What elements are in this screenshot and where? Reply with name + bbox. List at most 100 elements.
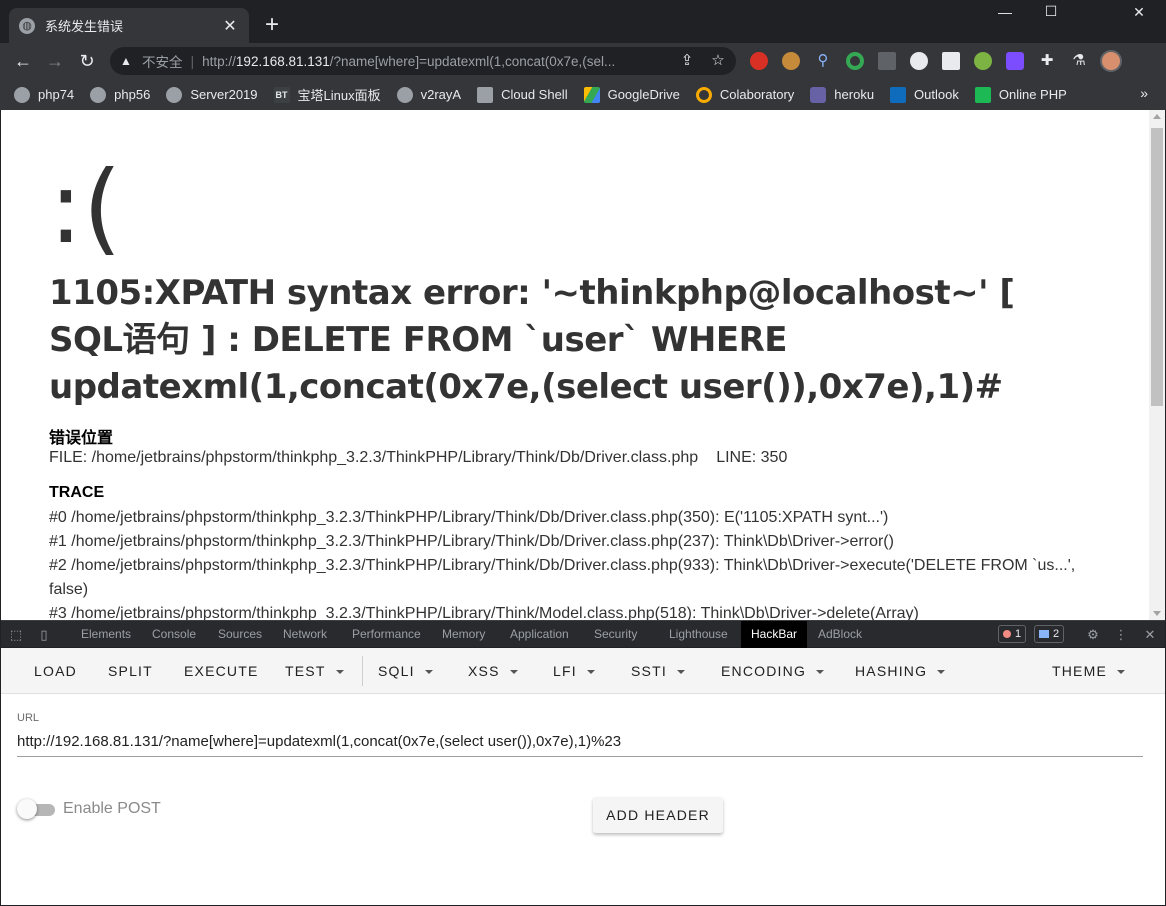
- bookmark-heroku[interactable]: heroku: [810, 86, 875, 103]
- trace-line: #0 /home/jetbrains/phpstorm/thinkphp_3.2…: [49, 509, 889, 526]
- share-icon[interactable]: ⇪: [677, 51, 697, 69]
- caret-down-icon: [1117, 670, 1125, 675]
- page-scrollbar[interactable]: [1149, 110, 1165, 620]
- tab-hackbar[interactable]: HackBar: [741, 621, 808, 648]
- hashing-menu[interactable]: HASHING: [855, 663, 946, 679]
- tab-title: 系统发生错误: [45, 19, 124, 34]
- back-arrow-icon[interactable]: ←: [10, 48, 36, 74]
- scroll-down-arrow-icon[interactable]: [1153, 611, 1161, 616]
- bookmark-bt-panel[interactable]: BT 宝塔Linux面板: [273, 85, 381, 104]
- message-count: 2: [1053, 628, 1060, 640]
- restore-button[interactable]: ☐: [1028, 3, 1074, 20]
- bookmark-cloud-shell[interactable]: Cloud Shell: [477, 86, 568, 103]
- security-label[interactable]: 不安全: [142, 51, 183, 71]
- enable-post-label[interactable]: Enable POST: [63, 800, 161, 818]
- enable-post-toggle[interactable]: [17, 798, 57, 820]
- profile-avatar[interactable]: [1100, 50, 1122, 72]
- trace-line: #2 /home/jetbrains/phpstorm/thinkphp_3.2…: [49, 557, 1076, 598]
- picture-extension-icon[interactable]: [878, 52, 896, 70]
- warning-icon[interactable]: ▲: [120, 54, 134, 68]
- test-menu[interactable]: TEST: [285, 663, 344, 679]
- tab-performance[interactable]: Performance: [352, 627, 421, 641]
- message-count-badge[interactable]: 2: [1034, 625, 1065, 643]
- globe-icon: [90, 86, 107, 103]
- url-label: URL: [17, 712, 40, 724]
- bookmark-label: GoogleDrive: [607, 87, 680, 102]
- gear-icon[interactable]: ⚙: [1085, 627, 1101, 643]
- tab-security[interactable]: Security: [594, 627, 637, 641]
- tab-adblock[interactable]: AdBlock: [818, 627, 862, 641]
- drive-icon: [583, 86, 600, 103]
- close-icon[interactable]: ✕: [1142, 627, 1158, 643]
- error-line: LINE: 350: [716, 449, 788, 466]
- browser-toolbar: ← → ↻ ▲ 不安全 | http://192.168.81.131/?nam…: [0, 43, 1166, 116]
- flask-labs-icon[interactable]: ⚗: [1070, 52, 1088, 70]
- forward-arrow-icon[interactable]: →: [42, 48, 68, 74]
- xss-menu[interactable]: XSS: [468, 663, 518, 679]
- reload-icon[interactable]: ↻: [74, 48, 100, 74]
- bookmark-php74[interactable]: php74: [14, 86, 74, 103]
- execute-button[interactable]: EXECUTE: [184, 663, 259, 679]
- wechat-extension-icon[interactable]: [910, 52, 928, 70]
- scrollbar-thumb[interactable]: [1151, 128, 1163, 406]
- split-button[interactable]: SPLIT: [108, 663, 153, 679]
- adblock-extension-icon[interactable]: [750, 52, 768, 70]
- add-header-button[interactable]: ADD HEADER: [593, 797, 723, 833]
- bookmark-colaboratory[interactable]: Colaboratory: [695, 86, 794, 103]
- ssti-menu[interactable]: SSTI: [631, 663, 685, 679]
- bookmark-outlook[interactable]: Outlook: [890, 86, 959, 103]
- theme-menu[interactable]: THEME: [1052, 663, 1125, 679]
- green-ring-extension-icon[interactable]: [846, 52, 864, 70]
- tab-memory[interactable]: Memory: [442, 627, 485, 641]
- location-pin-icon[interactable]: ⚲: [814, 52, 832, 70]
- caret-down-icon: [509, 670, 518, 675]
- address-bar[interactable]: ▲ 不安全 | http://192.168.81.131/?name[wher…: [110, 47, 736, 75]
- bookmark-googledrive[interactable]: GoogleDrive: [583, 86, 680, 103]
- new-tab-button[interactable]: +: [259, 12, 285, 38]
- star-icon[interactable]: ☆: [708, 51, 728, 69]
- address-url[interactable]: http://192.168.81.131/?name[where]=updat…: [202, 54, 666, 69]
- error-count-badge[interactable]: 1: [998, 625, 1027, 643]
- device-toolbar-icon[interactable]: ▯: [36, 627, 52, 643]
- bug-extension-icon[interactable]: [974, 52, 992, 70]
- hashing-label: HASHING: [855, 663, 928, 679]
- tab-lighthouse[interactable]: Lighthouse: [669, 627, 728, 641]
- url-rest: /?name[where]=updatexml(1,concat(0x7e,(s…: [329, 53, 616, 69]
- tab-console[interactable]: Console: [152, 627, 196, 641]
- bookmark-server2019[interactable]: Server2019: [166, 86, 258, 103]
- inspect-element-icon[interactable]: ⬚: [8, 627, 24, 643]
- tab-close-icon[interactable]: ✕: [221, 16, 239, 36]
- lfi-menu[interactable]: LFI: [553, 663, 595, 679]
- load-button[interactable]: LOAD: [34, 663, 77, 679]
- bookmarks-bar: php74 php56 Server2019 BT 宝塔Linux面板 v2ray…: [0, 79, 1166, 110]
- tab-elements[interactable]: Elements: [81, 627, 131, 641]
- caret-down-icon: [586, 670, 595, 675]
- scroll-up-arrow-icon[interactable]: [1153, 114, 1161, 119]
- toggle-thumb: [17, 799, 37, 819]
- more-options-icon[interactable]: ⋮: [1113, 627, 1129, 643]
- browser-tab-active[interactable]: ◍ 系统发生错误 ✕: [9, 8, 249, 43]
- cookie-extension-icon[interactable]: [782, 52, 800, 70]
- bookmarks-overflow-icon[interactable]: »: [1140, 85, 1148, 101]
- minimize-button[interactable]: —: [982, 4, 1028, 20]
- browser-tab-strip: ◍ 系统发生错误 ✕ + — ☐ ✕: [0, 0, 1166, 43]
- tab-application[interactable]: Application: [510, 627, 569, 641]
- hackbar-extension-icon[interactable]: [1006, 52, 1024, 70]
- bookmark-label: heroku: [834, 87, 875, 102]
- tab-sources[interactable]: Sources: [218, 627, 262, 641]
- encoding-menu[interactable]: ENCODING: [721, 663, 825, 679]
- url-input[interactable]: [17, 727, 1143, 757]
- sqli-menu[interactable]: SQLI: [378, 663, 433, 679]
- bookmark-label: Online PHP: [998, 87, 1067, 102]
- bookmark-online-php[interactable]: Online PHP: [974, 86, 1067, 103]
- bookmark-v2raya[interactable]: v2rayA: [396, 86, 461, 103]
- globe-icon: [14, 86, 30, 103]
- bookmark-php56[interactable]: php56: [90, 86, 150, 103]
- puzzle-extensions-icon[interactable]: ✚: [1038, 52, 1056, 70]
- hackbar-body: URL Enable POST ADD HEADER: [1, 694, 1165, 905]
- window-close-button[interactable]: ✕: [1116, 4, 1162, 21]
- globe-icon: [396, 86, 413, 103]
- document-extension-icon[interactable]: [942, 52, 960, 70]
- message-icon: [1039, 630, 1049, 638]
- tab-network[interactable]: Network: [283, 627, 327, 641]
